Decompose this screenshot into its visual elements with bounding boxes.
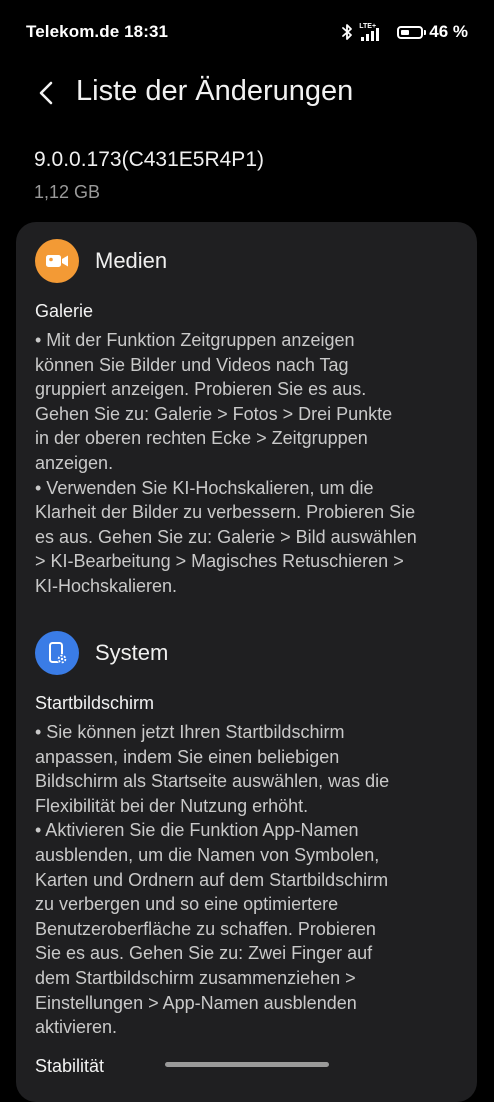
body-line: • Aktivieren Sie die Funktion App-Namen	[35, 820, 359, 841]
section-subtitle-stability: Stabilität	[35, 1056, 105, 1076]
body-line: können Sie Bilder und Videos nach Tag	[35, 354, 349, 375]
section-label: Medien	[95, 248, 168, 273]
body-line: Karten und Ordnern auf dem Startbildschi…	[35, 869, 389, 890]
body-line: Klarheit der Bilder zu verbessern. Probi…	[35, 502, 416, 523]
body-line: anzeigen.	[35, 452, 114, 473]
body-line: • Verwenden Sie KI-Hochskalieren, um die	[35, 477, 374, 498]
status-bar: Telekom.de 18:31 LTE+ 46 %	[0, 0, 494, 64]
version-number: 9.0.0.173(C431E5R4P1)	[34, 148, 264, 171]
body-line: ausblenden, um die Namen von Symbolen,	[35, 844, 380, 865]
bluetooth-icon	[342, 24, 353, 40]
section-subtitle: Galerie	[35, 301, 94, 321]
phone-settings-icon	[35, 631, 79, 675]
body-line: Flexibilität bei der Nutzung erhöht.	[35, 795, 309, 816]
app-header: Liste der Änderungen	[0, 66, 494, 122]
body-line: Sie es aus. Gehen Sie zu: Zwei Finger au…	[35, 943, 373, 964]
body-line: KI-Hochskalieren.	[35, 575, 178, 596]
signal-icon: LTE+	[359, 23, 385, 41]
body-line: gruppiert anzeigen. Probieren Sie es aus…	[35, 379, 367, 400]
body-line: > KI-Bearbeitung > Magisches Retuschiere…	[35, 551, 404, 572]
section-subtitle: Startbildschirm	[35, 693, 155, 713]
body-line: Bildschirm als Startseite auswählen, was…	[35, 771, 390, 792]
body-line: Gehen Sie zu: Galerie > Fotos > Drei Pun…	[35, 403, 393, 424]
video-camera-icon	[35, 239, 79, 283]
body-line: anpassen, indem Sie einen beliebigen	[35, 746, 340, 767]
body-line: aktivieren.	[35, 1017, 118, 1038]
body-line: Benutzeroberfläche zu schaffen. Probiere…	[35, 918, 376, 939]
battery-percent: 46 %	[429, 22, 468, 41]
changelog-card: Medien Galerie • Mit der Funktion Zeitgr…	[16, 222, 477, 1102]
body-line: • Sie können jetzt Ihren Startbildschirm	[35, 722, 345, 742]
section-label: System	[95, 640, 169, 665]
section-body-medien: • Mit der Funktion Zeitgruppen anzeigen …	[35, 328, 455, 599]
body-line: zu verbergen und so eine optimiertere	[35, 894, 339, 915]
body-line: in der oberen rechten Ecke > Zeitgruppen	[35, 428, 368, 449]
body-line: • Mit der Funktion Zeitgruppen anzeigen	[35, 330, 355, 350]
status-icons: LTE+ 46 %	[341, 22, 468, 42]
body-line: es aus. Gehen Sie zu: Galerie > Bild aus…	[35, 526, 417, 547]
section-header-medien: Medien	[35, 239, 167, 283]
home-indicator[interactable]	[165, 1062, 329, 1067]
section-body-system: • Sie können jetzt Ihren Startbildschirm…	[35, 720, 455, 1040]
back-arrow-icon[interactable]	[32, 78, 62, 108]
update-size: 1,12 GB	[34, 182, 101, 202]
body-line: dem Startbildschirm zusammenziehen >	[35, 967, 356, 988]
carrier-time: Telekom.de 18:31	[26, 22, 169, 41]
page-title: Liste der Änderungen	[76, 75, 354, 107]
battery-icon	[397, 25, 427, 39]
body-line: Einstellungen > App-Namen ausblenden	[35, 992, 357, 1013]
section-header-system: System	[35, 631, 168, 675]
